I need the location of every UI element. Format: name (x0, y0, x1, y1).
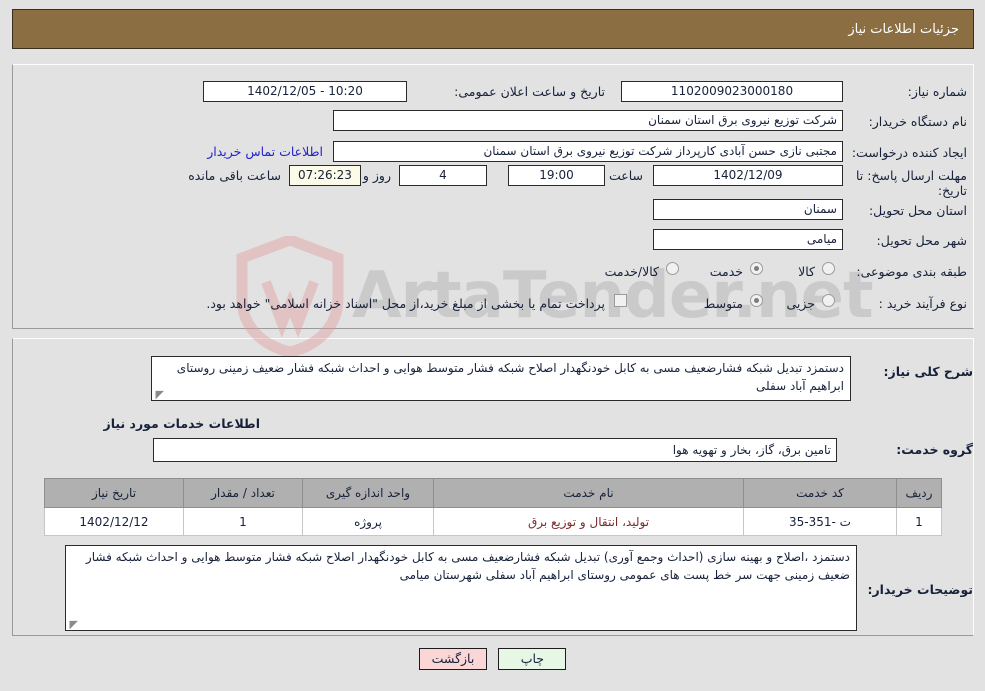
purchase-type-option-motavaset-label: متوسط (703, 296, 743, 311)
cell-code: ت -351-35 (743, 507, 897, 536)
deadline-date: 1402/12/09 (653, 165, 843, 186)
city-value: میامی (653, 229, 843, 250)
back-button[interactable]: بازگشت (418, 648, 488, 670)
category-option-kala-label: کالا (798, 264, 815, 279)
buyer-org-value: شرکت توزیع نیروی برق استان سمنان (333, 110, 843, 131)
buyer-notes-value: دستمزد ،اصلاح و بهینه سازی (احداث وجمع آ… (85, 550, 850, 582)
col-quantity: تعداد / مقدار (183, 478, 303, 508)
province-label: استان محل تحویل: (868, 203, 967, 218)
page-title: جزئیات اطلاعات نیاز (848, 21, 959, 37)
requester-label: ایجاد کننده درخواست: (851, 145, 967, 160)
deadline-remaining-label: ساعت باقی مانده (188, 168, 281, 183)
service-group-value: تامین برق، گاز، بخار و تهویه هوا (153, 438, 837, 462)
col-unit: واحد اندازه گیری (302, 478, 434, 508)
category-radio-kala-khedmat[interactable] (666, 262, 679, 275)
deadline-time-label: ساعت (608, 168, 643, 183)
general-desc-textarea[interactable]: دستمزد تبدیل شبکه فشارضعیف مسی به کابل خ… (151, 356, 851, 401)
category-option-kala-khedmat-label: کالا/خدمت (604, 264, 659, 279)
city-label: شهر محل تحویل: (876, 233, 967, 248)
deadline-time: 19:00 (508, 165, 605, 186)
buyer-contact-link[interactable]: اطلاعات تماس خریدار (207, 144, 323, 159)
need-number-value: 1102009023000180 (621, 81, 843, 102)
services-heading: اطلاعات خدمات مورد نیاز (103, 416, 261, 431)
category-label: طبقه بندی موضوعی: (856, 264, 967, 279)
deadline-label: مهلت ارسال پاسخ: تا تاریخ: (856, 168, 967, 198)
cell-name: تولید، انتقال و توزیع برق (433, 507, 744, 536)
services-table: ردیف کد خدمت نام خدمت واحد اندازه گیری ت… (44, 478, 942, 536)
province-value: سمنان (653, 199, 843, 220)
category-option-khedmat-label: خدمت (709, 264, 743, 279)
service-group-label: گروه خدمت: (896, 442, 973, 457)
col-code: کد خدمت (743, 478, 897, 508)
col-name: نام خدمت (433, 478, 744, 508)
cell-need-date: 1402/12/12 (44, 507, 184, 536)
requester-value: مجتبی نازی حسن آبادی کارپرداز شرکت توزیع… (333, 141, 843, 162)
cell-unit: پروژه (302, 507, 434, 536)
col-need-date: تاریخ نیاز (44, 478, 184, 508)
table-row: 1 ت -351-35 تولید، انتقال و توزیع برق پر… (44, 507, 942, 536)
general-desc-value: دستمزد تبدیل شبکه فشارضعیف مسی به کابل خ… (176, 361, 844, 393)
category-radio-khedmat[interactable] (750, 262, 763, 275)
buyer-notes-textarea[interactable]: دستمزد ،اصلاح و بهینه سازی (احداث وجمع آ… (65, 545, 857, 631)
need-info-panel (12, 64, 974, 329)
purchase-type-radio-motavaset[interactable] (750, 294, 763, 307)
purchase-type-radio-jozee[interactable] (822, 294, 835, 307)
public-announce-label: تاریخ و ساعت اعلان عمومی: (454, 84, 605, 99)
category-radio-kala[interactable] (822, 262, 835, 275)
footer-button-row: بازگشت چاپ (0, 648, 985, 670)
public-announce-value: 10:20 - 1402/12/05 (203, 81, 407, 102)
resize-grip-icon[interactable]: ◤ (154, 389, 164, 400)
table-header-row: ردیف کد خدمت نام خدمت واحد اندازه گیری ت… (44, 478, 942, 508)
page-title-bar: جزئیات اطلاعات نیاز (12, 9, 974, 49)
print-button[interactable]: چاپ (498, 648, 567, 670)
buyer-notes-label: توضیحات خریدار: (867, 582, 973, 597)
buyer-org-label: نام دستگاه خریدار: (868, 114, 967, 129)
purchase-type-option-jozee-label: جزیی (786, 296, 815, 311)
page-root: ArtaTender.net جزئیات اطلاعات نیاز شماره… (0, 0, 985, 691)
deadline-remaining-timer: 07:26:23 (289, 165, 361, 186)
deadline-days: 4 (399, 165, 487, 186)
resize-grip-icon-notes[interactable]: ◤ (68, 619, 78, 630)
col-index: ردیف (896, 478, 942, 508)
treasury-note-checkbox[interactable] (614, 294, 627, 307)
purchase-type-label: نوع فرآیند خرید : (878, 296, 967, 311)
cell-quantity: 1 (183, 507, 303, 536)
need-number-label: شماره نیاز: (907, 84, 967, 99)
treasury-note-text: پرداخت تمام یا بخشی از مبلغ خرید،از محل … (206, 296, 605, 311)
deadline-days-label: روز و (362, 168, 391, 183)
general-desc-label: شرح کلی نیاز: (883, 364, 973, 379)
cell-index: 1 (896, 507, 942, 536)
